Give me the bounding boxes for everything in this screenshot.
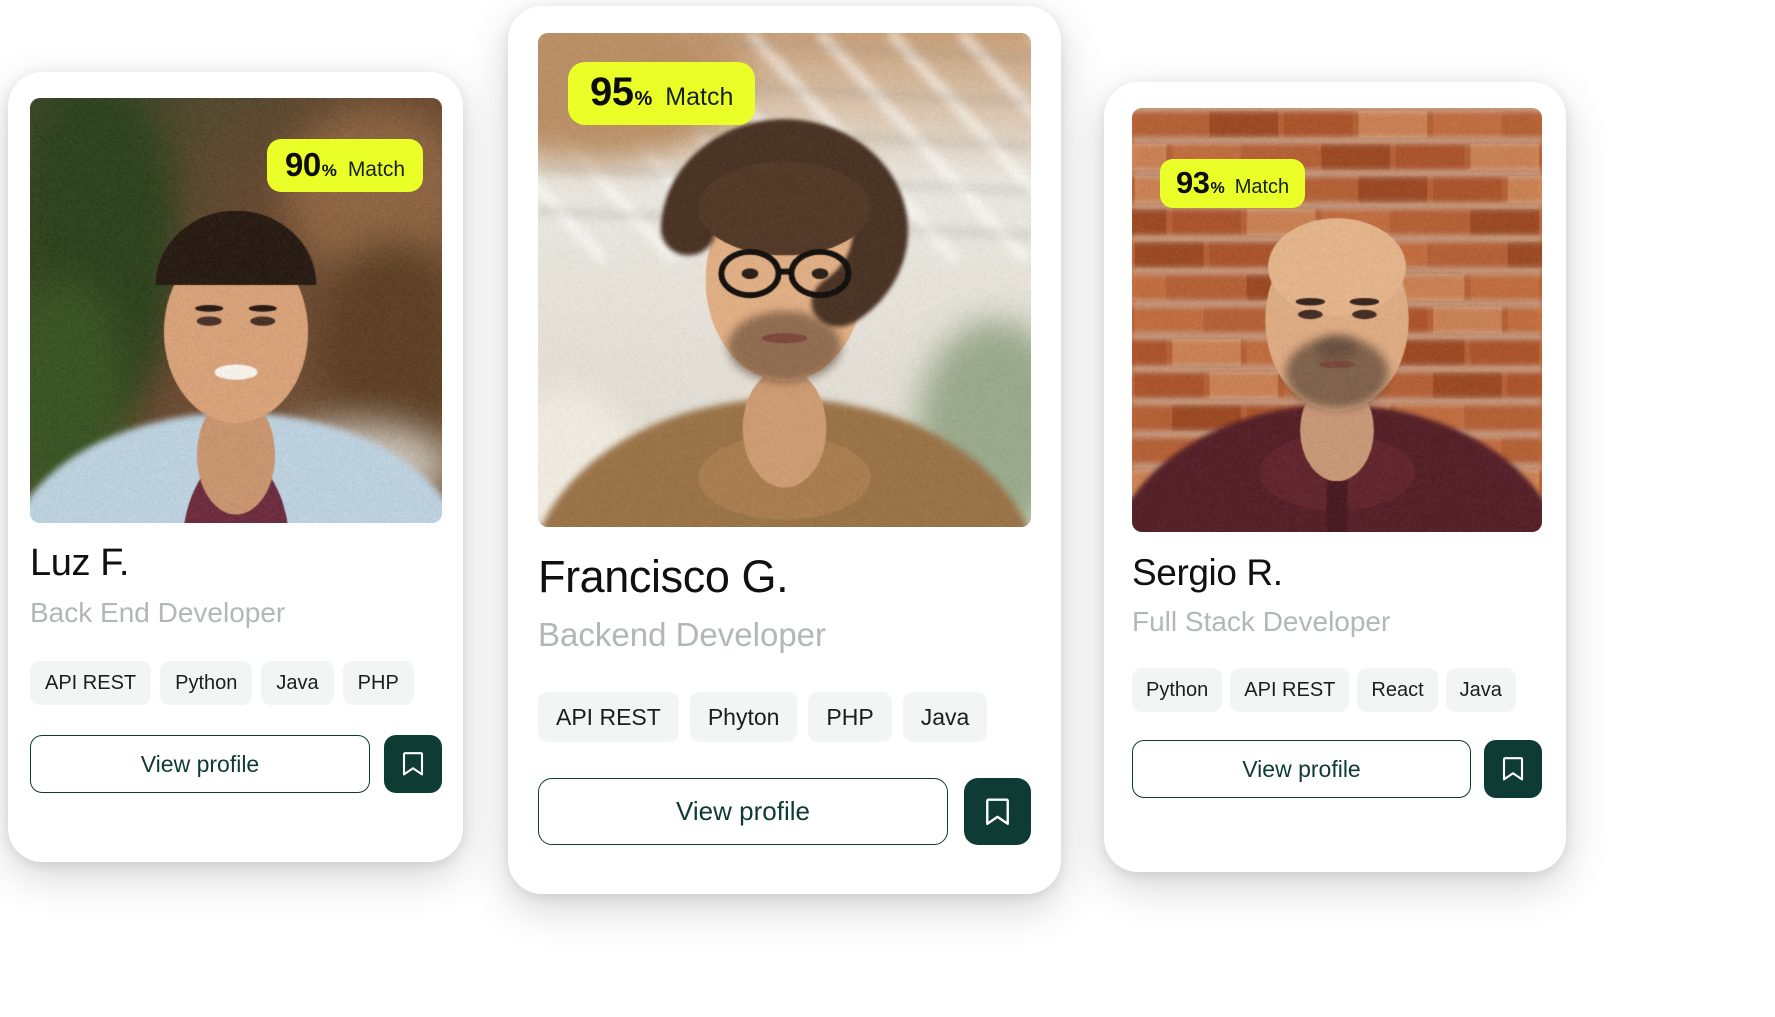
card-actions: View profile bbox=[30, 735, 442, 793]
candidate-name: Sergio R. bbox=[1132, 552, 1542, 595]
skill-tag[interactable]: Java bbox=[903, 692, 988, 742]
match-value: 93 bbox=[1176, 167, 1209, 198]
skill-tag[interactable]: Phyton bbox=[690, 692, 798, 742]
match-label: Match bbox=[348, 159, 405, 180]
skill-tag[interactable]: API REST bbox=[30, 661, 151, 705]
match-badge: 93 % Match bbox=[1160, 159, 1305, 208]
skill-tag[interactable]: React bbox=[1357, 668, 1437, 712]
match-label: Match bbox=[665, 85, 733, 110]
card-actions: View profile bbox=[538, 778, 1031, 845]
view-profile-button[interactable]: View profile bbox=[538, 778, 948, 845]
candidate-card[interactable]: 93 % Match Sergio R. Full Stack Develope… bbox=[1104, 82, 1566, 872]
skill-tag[interactable]: PHP bbox=[343, 661, 414, 705]
bookmark-button[interactable] bbox=[1484, 740, 1542, 798]
match-value: 90 bbox=[285, 148, 321, 181]
view-profile-button[interactable]: View profile bbox=[1132, 740, 1471, 798]
candidate-card[interactable]: 95 % Match Francisco G. Backend Develope… bbox=[508, 6, 1061, 894]
candidate-role: Back End Developer bbox=[30, 596, 442, 630]
candidate-role: Backend Developer bbox=[538, 615, 1031, 655]
view-profile-button[interactable]: View profile bbox=[30, 735, 370, 793]
skill-tag[interactable]: Python bbox=[160, 661, 252, 705]
candidate-info: Francisco G. Backend Developer API REST … bbox=[538, 551, 1031, 845]
skill-tag[interactable]: PHP bbox=[808, 692, 891, 742]
bookmark-icon bbox=[402, 751, 424, 777]
skill-tag[interactable]: Python bbox=[1132, 668, 1222, 712]
candidate-photo: 95 % Match bbox=[538, 33, 1031, 527]
match-label: Match bbox=[1235, 177, 1289, 197]
candidate-name: Luz F. bbox=[30, 542, 442, 586]
skill-tags: Python API REST React Java bbox=[1132, 668, 1542, 712]
candidate-cards-container: 90 % Match Luz F. Back End Developer API… bbox=[0, 0, 1775, 1017]
skill-tag[interactable]: Java bbox=[261, 661, 333, 705]
candidate-info: Sergio R. Full Stack Developer Python AP… bbox=[1132, 552, 1542, 798]
skill-tags: API REST Python Java PHP bbox=[30, 661, 442, 705]
candidate-photo: 90 % Match bbox=[30, 98, 442, 523]
match-badge: 95 % Match bbox=[568, 62, 755, 125]
bookmark-button[interactable] bbox=[384, 735, 442, 793]
skill-tag[interactable]: API REST bbox=[1230, 668, 1349, 712]
percent-symbol: % bbox=[635, 89, 653, 109]
candidate-card[interactable]: 90 % Match Luz F. Back End Developer API… bbox=[8, 72, 463, 862]
candidate-info: Luz F. Back End Developer API REST Pytho… bbox=[30, 542, 442, 793]
candidate-role: Full Stack Developer bbox=[1132, 605, 1542, 639]
candidate-photo: 93 % Match bbox=[1132, 108, 1542, 532]
match-badge: 90 % Match bbox=[267, 139, 423, 192]
match-value: 95 bbox=[590, 72, 634, 112]
bookmark-icon bbox=[985, 797, 1010, 827]
percent-symbol: % bbox=[1210, 181, 1224, 197]
percent-symbol: % bbox=[322, 162, 337, 179]
bookmark-button[interactable] bbox=[964, 778, 1031, 845]
skill-tags: API REST Phyton PHP Java bbox=[538, 692, 1031, 742]
bookmark-icon bbox=[1502, 756, 1524, 782]
card-actions: View profile bbox=[1132, 740, 1542, 798]
skill-tag[interactable]: API REST bbox=[538, 692, 679, 742]
candidate-name: Francisco G. bbox=[538, 551, 1031, 603]
skill-tag[interactable]: Java bbox=[1446, 668, 1516, 712]
